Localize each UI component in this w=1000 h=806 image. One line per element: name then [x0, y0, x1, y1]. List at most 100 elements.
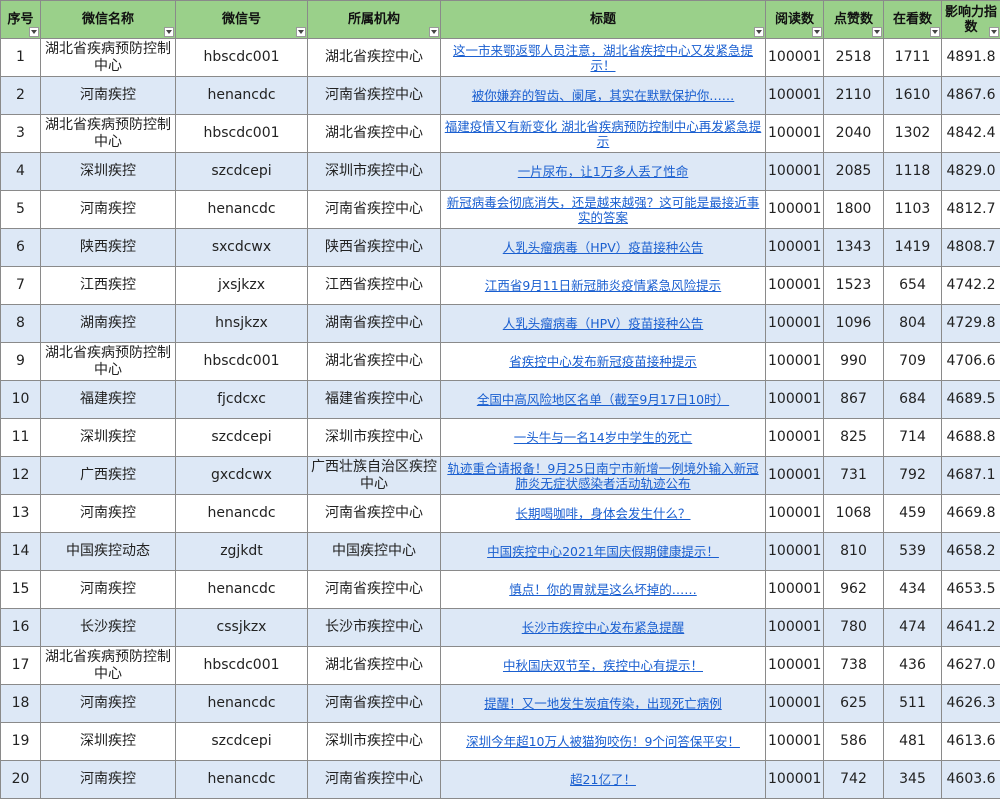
- cell-read: 100001: [765, 304, 824, 343]
- cell-title[interactable]: 被你嫌弃的智齿、阑尾，其实在默默保护你……: [440, 76, 766, 115]
- cell-no: 4: [0, 152, 41, 191]
- cell-influence: 4812.7: [941, 190, 1000, 229]
- cell-name: 河南疾控: [40, 76, 176, 115]
- article-title-link[interactable]: 中国疾控中心2021年国庆假期健康提示！: [487, 544, 719, 559]
- cell-read: 100001: [765, 114, 824, 153]
- filter-dropdown-icon[interactable]: [29, 27, 39, 37]
- filter-dropdown-icon[interactable]: [754, 27, 764, 37]
- article-title-link[interactable]: 人乳头瘤病毒（HPV）疫苗接种公告: [503, 316, 704, 331]
- cell-read: 100001: [765, 608, 824, 647]
- cell-name: 江西疾控: [40, 266, 176, 305]
- cell-no: 5: [0, 190, 41, 229]
- article-title-link[interactable]: 慎点！你的胃就是这么坏掉的……: [509, 582, 697, 597]
- cell-read: 100001: [765, 152, 824, 191]
- cell-watch: 434: [883, 570, 942, 609]
- cell-title[interactable]: 长沙市疾控中心发布紧急提醒: [440, 608, 766, 647]
- article-title-link[interactable]: 轨迹重合请报备！9月25日南宁市新增一例境外输入新冠肺炎无症状感染者活动轨迹公布: [447, 461, 758, 491]
- cell-id: fjcdcxc: [175, 380, 308, 419]
- cell-influence: 4729.8: [941, 304, 1000, 343]
- filter-dropdown-icon[interactable]: [812, 27, 822, 37]
- article-title-link[interactable]: 一片尿布，让1万多人丢了性命: [518, 164, 688, 179]
- article-title-link[interactable]: 江西省9月11日新冠肺炎疫情紧急风险提示: [485, 278, 721, 293]
- article-title-link[interactable]: 长期喝咖啡，身体会发生什么？: [515, 506, 690, 521]
- article-title-link[interactable]: 深圳今年超10万人被猫狗咬伤！9个问答保平安！: [466, 734, 740, 749]
- header-title: 标题: [440, 0, 766, 39]
- cell-title[interactable]: 慎点！你的胃就是这么坏掉的……: [440, 570, 766, 609]
- filter-dropdown-icon[interactable]: [930, 27, 940, 37]
- cell-title[interactable]: 一头牛与一名14岁中学生的死亡: [440, 418, 766, 457]
- cell-watch: 792: [883, 456, 942, 495]
- cell-title[interactable]: 提醒！又一地发生炭疽传染，出现死亡病例: [440, 684, 766, 723]
- cell-title[interactable]: 中国疾控中心2021年国庆假期健康提示！: [440, 532, 766, 571]
- cell-id: szcdcepi: [175, 418, 308, 457]
- article-title-link[interactable]: 超21亿了！: [570, 772, 636, 787]
- cell-no: 18: [0, 684, 41, 723]
- cell-name: 河南疾控: [40, 570, 176, 609]
- article-title-link[interactable]: 被你嫌弃的智齿、阑尾，其实在默默保护你……: [472, 88, 735, 103]
- cell-influence: 4613.6: [941, 722, 1000, 761]
- cell-title[interactable]: 新冠病毒会彻底消失，还是越来越强？这可能是最接近事实的答案: [440, 190, 766, 229]
- cell-name: 湖北省疾病预防控制中心: [40, 114, 176, 153]
- cell-title[interactable]: 一片尿布，让1万多人丢了性命: [440, 152, 766, 191]
- cell-id: szcdcepi: [175, 152, 308, 191]
- filter-dropdown-icon[interactable]: [164, 27, 174, 37]
- cell-title[interactable]: 人乳头瘤病毒（HPV）疫苗接种公告: [440, 304, 766, 343]
- cell-read: 100001: [765, 684, 824, 723]
- cell-influence: 4669.8: [941, 494, 1000, 533]
- cell-influence: 4891.8: [941, 38, 1000, 77]
- cell-watch: 481: [883, 722, 942, 761]
- filter-dropdown-icon[interactable]: [872, 27, 882, 37]
- filter-dropdown-icon[interactable]: [429, 27, 439, 37]
- cell-title[interactable]: 江西省9月11日新冠肺炎疫情紧急风险提示: [440, 266, 766, 305]
- cell-influence: 4742.2: [941, 266, 1000, 305]
- cell-like: 825: [823, 418, 884, 457]
- article-title-link[interactable]: 福建疫情又有新变化 湖北省疾病预防控制中心再发紧急提示: [445, 119, 761, 149]
- cell-id: henancdc: [175, 570, 308, 609]
- filter-dropdown-icon[interactable]: [989, 27, 999, 37]
- cell-name: 陕西疾控: [40, 228, 176, 267]
- article-title-link[interactable]: 长沙市疾控中心发布紧急提醒: [522, 620, 685, 635]
- article-title-link[interactable]: 提醒！又一地发生炭疽传染，出现死亡病例: [484, 696, 722, 711]
- article-title-link[interactable]: 中秋国庆双节至，疾控中心有提示！: [503, 658, 703, 673]
- article-title-link[interactable]: 全国中高风险地区名单（截至9月17日10时）: [477, 392, 729, 407]
- cell-org: 江西省疾控中心: [307, 266, 441, 305]
- cell-title[interactable]: 这一市来鄂返鄂人员注意，湖北省疾控中心又发紧急提示！: [440, 38, 766, 77]
- cell-org: 深圳市疾控中心: [307, 152, 441, 191]
- cell-name: 湖南疾控: [40, 304, 176, 343]
- cell-org: 陕西省疾控中心: [307, 228, 441, 267]
- cell-title[interactable]: 全国中高风险地区名单（截至9月17日10时）: [440, 380, 766, 419]
- cell-org: 河南省疾控中心: [307, 76, 441, 115]
- cell-org: 长沙市疾控中心: [307, 608, 441, 647]
- cell-read: 100001: [765, 760, 824, 799]
- cell-title[interactable]: 长期喝咖啡，身体会发生什么？: [440, 494, 766, 533]
- header-org-label: 所属机构: [347, 12, 400, 27]
- cell-title[interactable]: 省疾控中心发布新冠疫苗接种提示: [440, 342, 766, 381]
- cell-like: 1523: [823, 266, 884, 305]
- cell-id: hbscdc001: [175, 646, 308, 685]
- cell-no: 17: [0, 646, 41, 685]
- article-title-link[interactable]: 这一市来鄂返鄂人员注意，湖北省疾控中心又发紧急提示！: [453, 43, 753, 73]
- header-name: 微信名称: [40, 0, 176, 39]
- cell-like: 780: [823, 608, 884, 647]
- cell-org: 河南省疾控中心: [307, 190, 441, 229]
- cell-org: 湖北省疾控中心: [307, 114, 441, 153]
- article-title-link[interactable]: 一头牛与一名14岁中学生的死亡: [514, 430, 692, 445]
- cell-title[interactable]: 超21亿了！: [440, 760, 766, 799]
- cell-title[interactable]: 人乳头瘤病毒（HPV）疫苗接种公告: [440, 228, 766, 267]
- cell-name: 长沙疾控: [40, 608, 176, 647]
- cell-no: 16: [0, 608, 41, 647]
- cell-title[interactable]: 中秋国庆双节至，疾控中心有提示！: [440, 646, 766, 685]
- cell-title[interactable]: 深圳今年超10万人被猫狗咬伤！9个问答保平安！: [440, 722, 766, 761]
- cell-no: 15: [0, 570, 41, 609]
- cell-title[interactable]: 轨迹重合请报备！9月25日南宁市新增一例境外输入新冠肺炎无症状感染者活动轨迹公布: [440, 456, 766, 495]
- table-row: 15 河南疾控 henancdc 河南省疾控中心 慎点！你的胃就是这么坏掉的…… 1000…: [0, 570, 1000, 609]
- cell-id: hbscdc001: [175, 342, 308, 381]
- cell-title[interactable]: 福建疫情又有新变化 湖北省疾病预防控制中心再发紧急提示: [440, 114, 766, 153]
- article-title-link[interactable]: 新冠病毒会彻底消失，还是越来越强？这可能是最接近事实的答案: [447, 195, 760, 225]
- cell-name: 河南疾控: [40, 684, 176, 723]
- article-title-link[interactable]: 省疾控中心发布新冠疫苗接种提示: [509, 354, 697, 369]
- filter-dropdown-icon[interactable]: [296, 27, 306, 37]
- article-title-link[interactable]: 人乳头瘤病毒（HPV）疫苗接种公告: [503, 240, 704, 255]
- table-row: 12 广西疾控 gxcdcwx 广西壮族自治区疾控中心 轨迹重合请报备！9月25日南宁市…: [0, 456, 1000, 495]
- cell-read: 100001: [765, 570, 824, 609]
